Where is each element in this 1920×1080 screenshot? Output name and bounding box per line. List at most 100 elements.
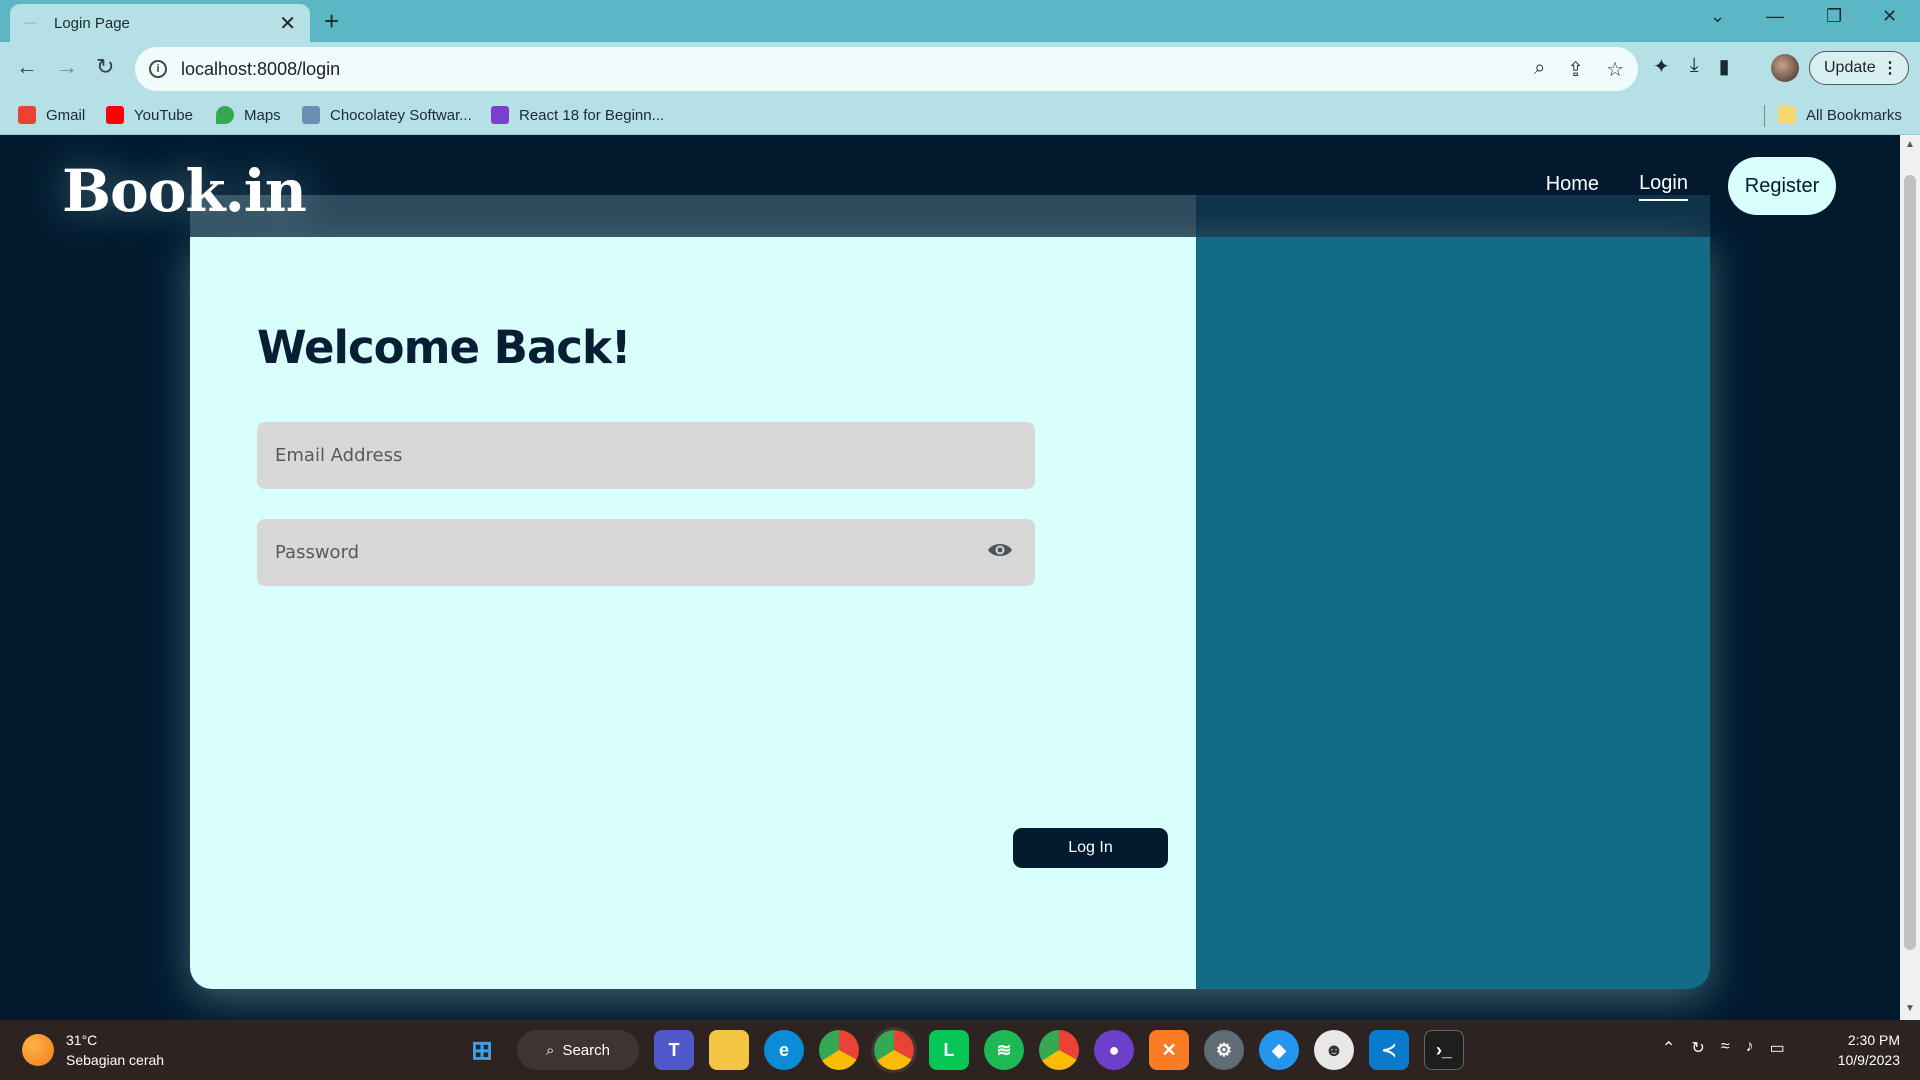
- clock-time: 2:30 PM: [1847, 1032, 1900, 1048]
- folder-icon: [1778, 106, 1796, 124]
- tray-overflow-icon[interactable]: ⌃: [1662, 1038, 1675, 1058]
- docker-icon[interactable]: ◆: [1259, 1030, 1299, 1070]
- chrome-profile-icon[interactable]: [871, 1027, 917, 1073]
- bookmark-label: Maps: [244, 106, 281, 124]
- eye-icon[interactable]: [987, 541, 1013, 559]
- search-label: Search: [562, 1041, 610, 1059]
- zoom-icon[interactable]: ⌕: [1534, 57, 1545, 82]
- site-info-icon[interactable]: i: [149, 60, 167, 78]
- update-label: Update: [1824, 59, 1876, 76]
- weather-widget[interactable]: 31°C Sebagian cerah: [22, 1030, 164, 1070]
- line-icon[interactable]: L: [929, 1030, 969, 1070]
- page-scrollbar[interactable]: ▲ ▼: [1900, 135, 1920, 1020]
- bookmarks-divider: [1764, 105, 1765, 127]
- password-field[interactable]: [257, 519, 1035, 586]
- edge-icon[interactable]: e: [764, 1030, 804, 1070]
- chrome-icon[interactable]: [819, 1030, 859, 1070]
- file-explorer-icon[interactable]: [709, 1030, 749, 1070]
- page-title: Welcome Back!: [257, 321, 631, 374]
- os-taskbar: 31°C Sebagian cerah ⊞ ⌕ Search T e L ≋ ●…: [0, 1020, 1920, 1080]
- back-icon[interactable]: ←: [16, 54, 38, 80]
- clock-date: 10/9/2023: [1837, 1052, 1900, 1068]
- browser-tab-bar: — Login Page ✕ + ⌄ — ❐ ✕: [0, 0, 1920, 42]
- chrome-work-icon[interactable]: [1039, 1030, 1079, 1070]
- maps-icon: [216, 106, 234, 124]
- taskbar-clock[interactable]: 2:30 PM 10/9/2023: [1820, 1030, 1900, 1070]
- forward-icon[interactable]: →: [56, 54, 78, 80]
- search-icon: ⌕: [546, 1041, 555, 1059]
- email-input[interactable]: [275, 445, 975, 466]
- email-field[interactable]: [257, 422, 1035, 489]
- loading-icon: —: [24, 15, 36, 29]
- bookmark-react[interactable]: React 18 for Beginn...: [491, 106, 664, 124]
- bookmark-label: React 18 for Beginn...: [519, 106, 665, 124]
- side-panel-icon[interactable]: ▮: [1719, 54, 1730, 79]
- browser-toolbar: ← → ↻ i localhost:8008/login ⌕ ⇪ ☆ ✦ ⤓ ▮…: [0, 42, 1920, 97]
- taskbar-search[interactable]: ⌕ Search: [517, 1030, 639, 1070]
- scrollbar-thumb[interactable]: [1904, 175, 1916, 950]
- register-button[interactable]: Register: [1728, 157, 1836, 215]
- new-tab-icon[interactable]: +: [324, 6, 339, 37]
- bookmark-label: Gmail: [46, 106, 86, 124]
- nav-login[interactable]: Login: [1639, 172, 1688, 201]
- bookmark-label: YouTube: [134, 106, 193, 124]
- bookmarks-bar: Gmail YouTube Maps Chocolatey Softwar...…: [0, 97, 1920, 135]
- tab-search-icon[interactable]: ⌄: [1710, 6, 1725, 27]
- browser-tab[interactable]: — Login Page ✕: [10, 4, 310, 42]
- download-icon[interactable]: ⤓: [1690, 54, 1699, 79]
- login-button[interactable]: Log In: [1013, 828, 1168, 868]
- nav-home[interactable]: Home: [1546, 173, 1599, 200]
- reload-icon[interactable]: ↻: [96, 54, 114, 80]
- update-button[interactable]: Update ⋮: [1809, 51, 1909, 85]
- gmail-icon: [18, 106, 36, 124]
- settings-icon[interactable]: ⚙: [1204, 1030, 1244, 1070]
- login-form-panel: Welcome Back! Log In: [190, 237, 1196, 989]
- page-viewport: Book.in Home Login Register Welcome Back…: [0, 135, 1900, 1020]
- password-input[interactable]: [275, 542, 975, 563]
- share-icon[interactable]: ⇪: [1567, 57, 1584, 82]
- scroll-up-icon[interactable]: ▲: [1905, 139, 1915, 150]
- youtube-icon: [106, 106, 124, 124]
- vscode-icon[interactable]: ≺: [1369, 1030, 1409, 1070]
- bookmark-gmail[interactable]: Gmail: [18, 106, 85, 124]
- sync-icon[interactable]: ↻: [1691, 1038, 1704, 1058]
- scroll-down-icon[interactable]: ▼: [1905, 1003, 1915, 1014]
- weather-temp: 31°C: [66, 1032, 98, 1048]
- bookmark-star-icon[interactable]: ☆: [1606, 57, 1624, 82]
- bookmark-maps[interactable]: Maps: [216, 106, 281, 124]
- weather-icon: [22, 1034, 54, 1066]
- close-window-icon[interactable]: ✕: [1882, 6, 1897, 27]
- start-icon[interactable]: ⊞: [462, 1030, 502, 1070]
- terminal-icon[interactable]: ›_: [1424, 1030, 1464, 1070]
- bookmark-chocolatey[interactable]: Chocolatey Softwar...: [302, 106, 472, 124]
- battery-icon[interactable]: ▭: [1770, 1038, 1785, 1058]
- xampp-icon[interactable]: ✕: [1149, 1030, 1189, 1070]
- login-image-panel: [1196, 237, 1710, 989]
- restore-icon[interactable]: ❐: [1826, 6, 1842, 27]
- all-bookmarks-label: All Bookmarks: [1806, 106, 1902, 124]
- github-icon[interactable]: ●: [1094, 1030, 1134, 1070]
- all-bookmarks[interactable]: All Bookmarks: [1778, 106, 1902, 124]
- postman-icon[interactable]: ☻: [1314, 1030, 1354, 1070]
- card-top-strip: [190, 195, 1196, 237]
- site-nav: Home Login Register: [1546, 157, 1900, 215]
- profile-avatar[interactable]: [1771, 54, 1799, 82]
- close-tab-icon[interactable]: ✕: [279, 11, 296, 36]
- address-bar[interactable]: i localhost:8008/login ⌕ ⇪ ☆: [135, 47, 1638, 91]
- login-card: Welcome Back! Log In: [190, 237, 1710, 989]
- spotify-icon[interactable]: ≋: [984, 1030, 1024, 1070]
- site-logo[interactable]: Book.in: [62, 157, 307, 225]
- weather-desc: Sebagian cerah: [66, 1052, 165, 1068]
- chocolatey-icon: [302, 106, 320, 124]
- bookmark-label: Chocolatey Softwar...: [330, 106, 472, 124]
- teams-icon[interactable]: T: [654, 1030, 694, 1070]
- volume-icon[interactable]: ♪: [1746, 1038, 1754, 1058]
- menu-dots-icon: ⋮: [1882, 60, 1898, 77]
- url-text[interactable]: localhost:8008/login: [181, 59, 340, 80]
- minimize-icon[interactable]: —: [1766, 6, 1784, 27]
- bookmark-youtube[interactable]: YouTube: [106, 106, 193, 124]
- wifi-icon[interactable]: ≈: [1721, 1038, 1730, 1058]
- react-course-icon: [491, 106, 509, 124]
- tab-title: Login Page: [54, 14, 130, 32]
- extensions-icon[interactable]: ✦: [1653, 54, 1670, 79]
